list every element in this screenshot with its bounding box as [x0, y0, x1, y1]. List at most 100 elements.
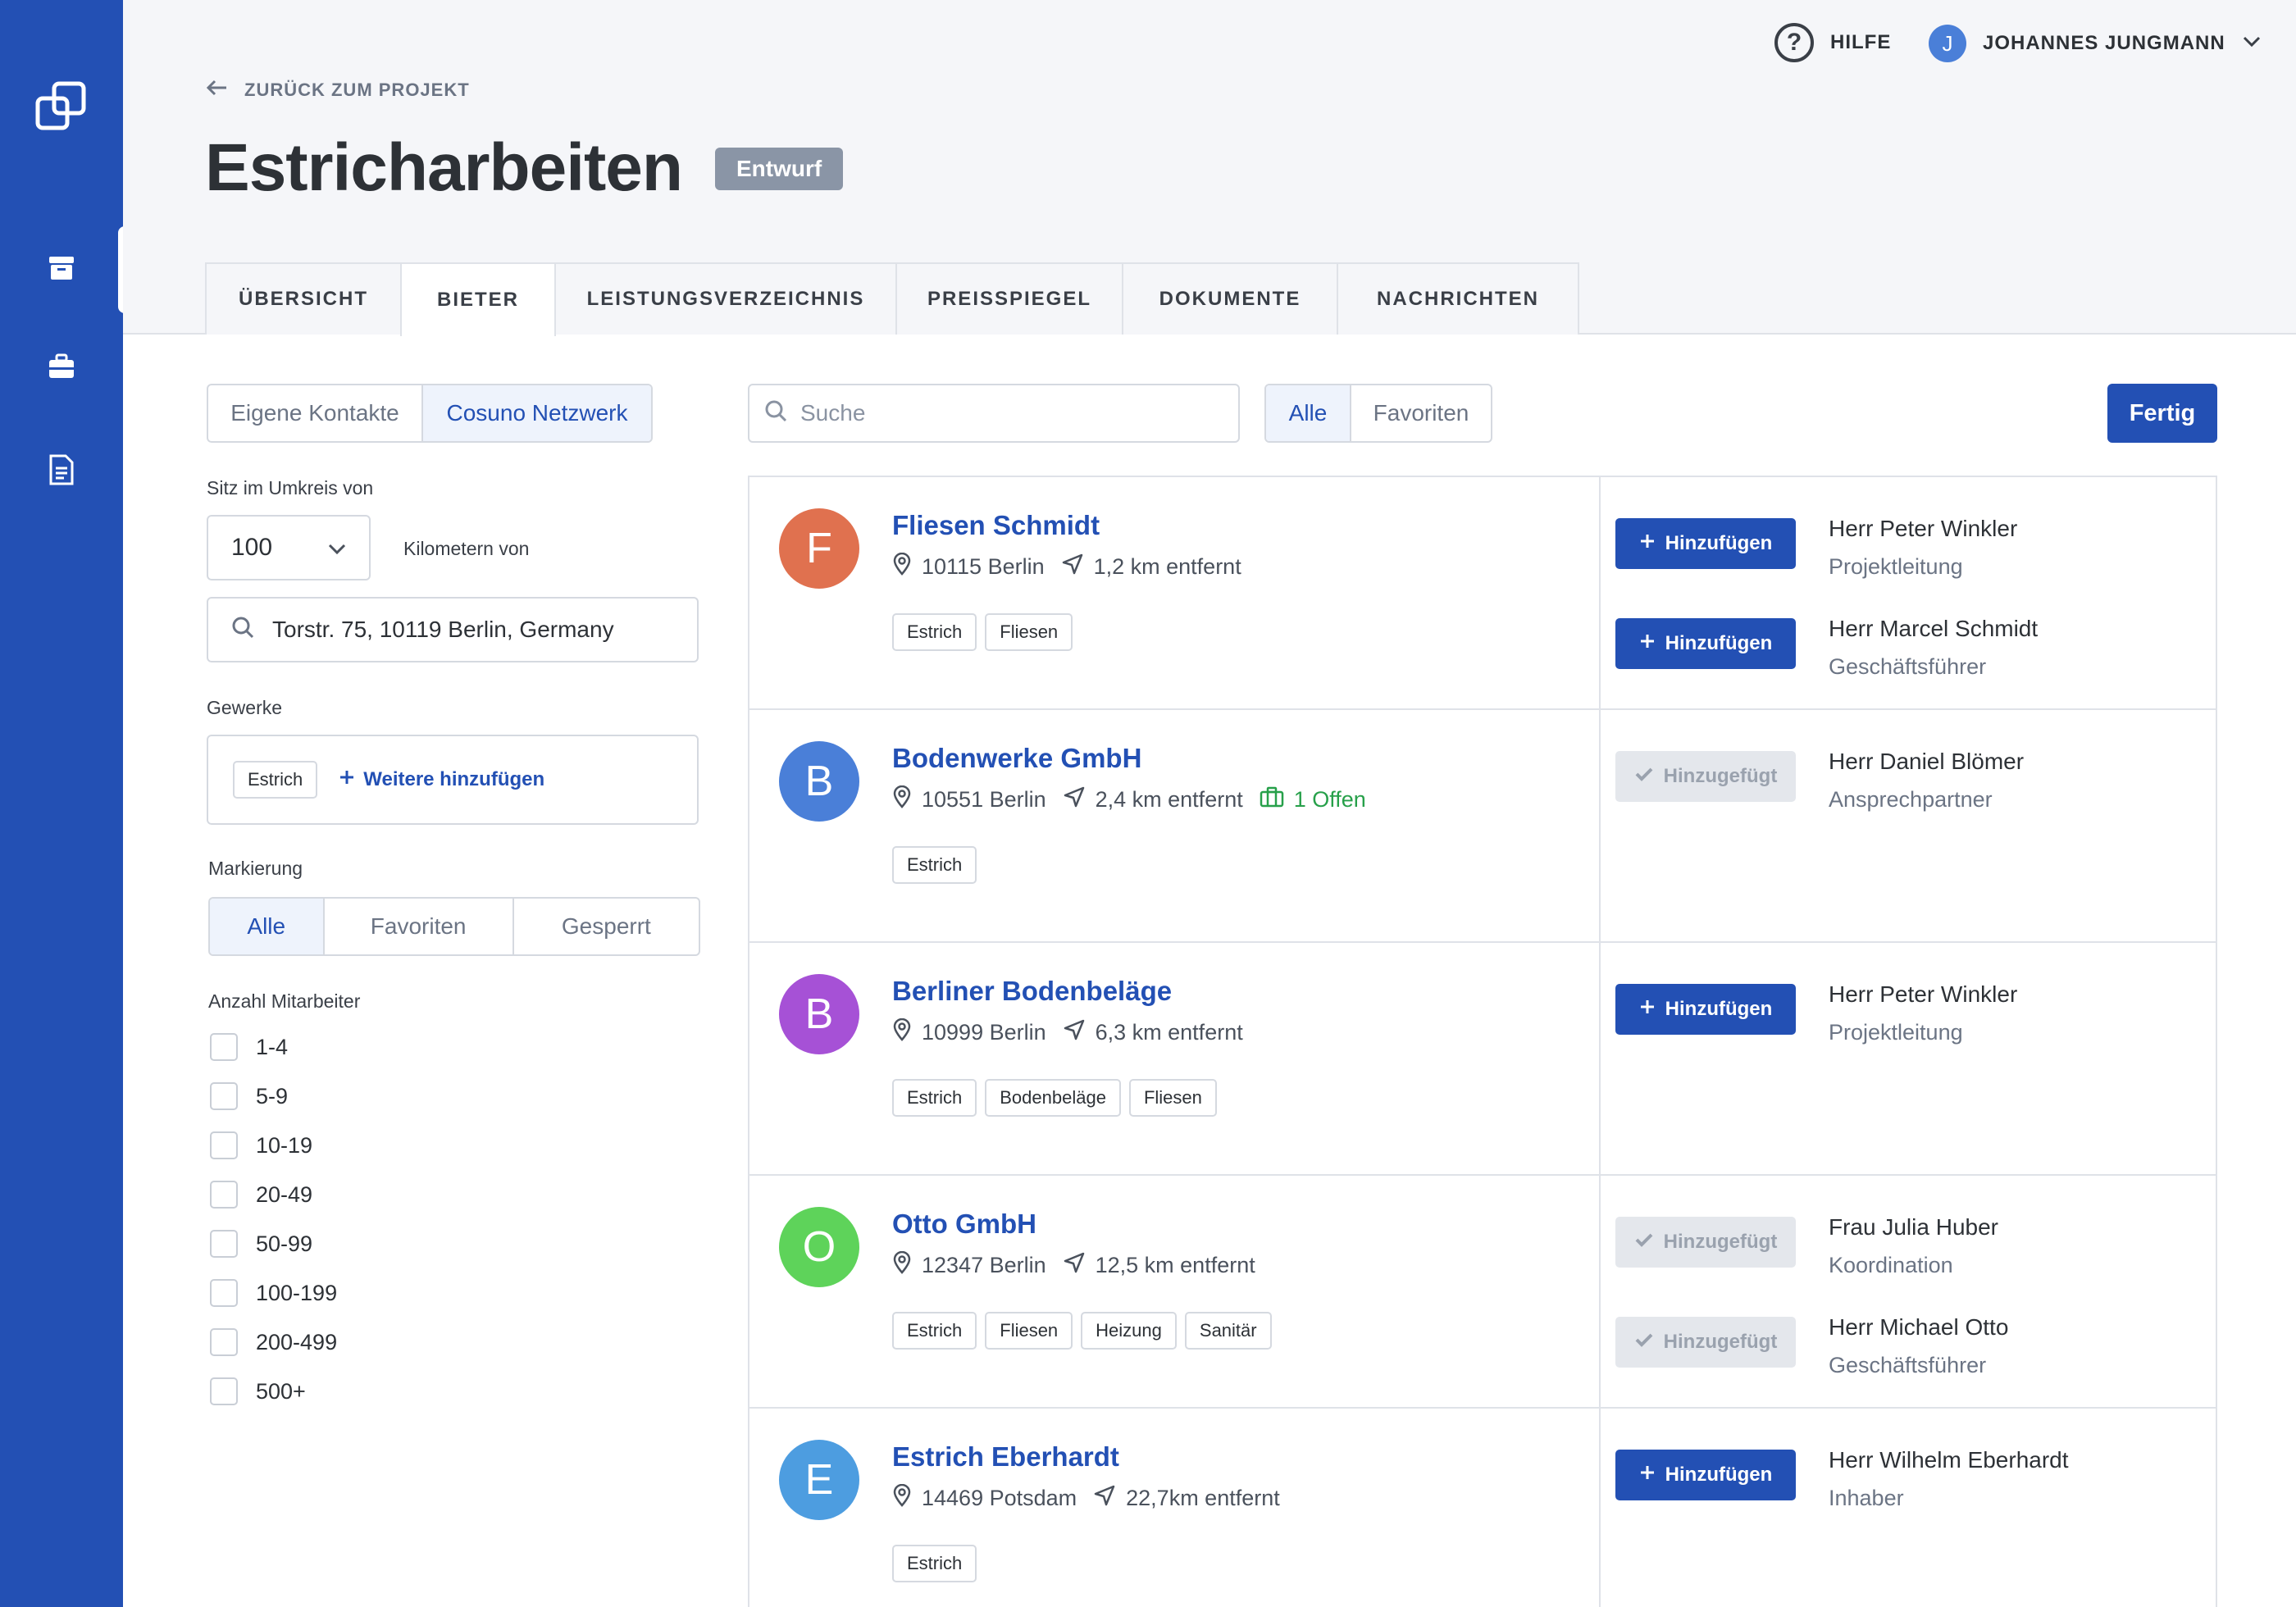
plus-icon: [1639, 1464, 1656, 1486]
employee-range-checkbox[interactable]: 50-99: [210, 1230, 312, 1258]
company-city: 14469 Potsdam: [922, 1486, 1077, 1510]
help-circle-icon: ?: [1774, 23, 1814, 62]
employee-range-checkbox[interactable]: 5-9: [210, 1082, 288, 1110]
checkbox[interactable]: [210, 1377, 238, 1405]
add-button[interactable]: Hinzufügen: [1615, 518, 1796, 569]
user-name: JOHANNES JUNGMANN: [1983, 32, 2225, 54]
tab-specification[interactable]: LEISTUNGSVERZEICHNIS: [554, 262, 897, 335]
tab-price-comparison[interactable]: PREISSPIEGEL: [895, 262, 1123, 335]
checkbox[interactable]: [210, 1033, 238, 1061]
plus-icon: [1639, 998, 1656, 1021]
button-label: Hinzugefügt: [1663, 1231, 1778, 1253]
sidebar-item-companies[interactable]: [0, 325, 123, 412]
navigation-arrow-icon: [1063, 1018, 1086, 1047]
checkbox[interactable]: [210, 1131, 238, 1159]
help-link[interactable]: ? HILFE: [1774, 23, 1891, 62]
address-input[interactable]: Torstr. 75, 10119 Berlin, Germany: [207, 597, 699, 662]
checkbox-label: 50-99: [256, 1231, 313, 1256]
company-name-link[interactable]: Otto GmbH: [892, 1209, 1036, 1240]
back-to-project-link[interactable]: ZURÜCK ZUM PROJEKT: [205, 79, 470, 102]
checkbox[interactable]: [210, 1230, 238, 1258]
done-button[interactable]: Fertig: [2107, 384, 2217, 443]
company-logo: B: [779, 741, 859, 822]
button-label: Hinzugefügt: [1663, 1331, 1778, 1353]
tab-documents[interactable]: DOKUMENTE: [1122, 262, 1338, 335]
company-name-link[interactable]: Estrich Eberhardt: [892, 1441, 1119, 1473]
employee-range-checkbox[interactable]: 100-199: [210, 1279, 337, 1307]
cosuno-network-option[interactable]: Cosuno Netzwerk: [423, 385, 651, 441]
company-name-link[interactable]: Bodenwerke GmbH: [892, 743, 1141, 774]
trade-tag: Fliesen: [985, 613, 1073, 651]
added-button[interactable]: Hinzugefügt: [1615, 1317, 1796, 1368]
company-trade-tags: Estrich Bodenbeläge Fliesen: [892, 1079, 1217, 1117]
contact-name: Herr Wilhelm Eberhardt: [1829, 1447, 2069, 1473]
company-location: 10115 Berlin: [892, 552, 1045, 581]
contact-name: Herr Daniel Blömer: [1829, 749, 2025, 774]
checkbox[interactable]: [210, 1279, 238, 1307]
view-favorites-option[interactable]: Favoriten: [1351, 385, 1491, 441]
contact-source-toggle: Eigene Kontakte Cosuno Netzwerk: [207, 384, 653, 443]
employee-range-checkbox[interactable]: 500+: [210, 1377, 306, 1405]
company-name-link[interactable]: Fliesen Schmidt: [892, 510, 1100, 541]
contact-entry: Hinzufügen Herr Wilhelm Eberhardt Inhaber: [1615, 1446, 2069, 1512]
trade-tag: Bodenbeläge: [985, 1079, 1121, 1117]
avatar: J: [1929, 25, 1966, 62]
checkbox[interactable]: [210, 1181, 238, 1209]
employee-range-checkbox[interactable]: 20-49: [210, 1181, 312, 1209]
plus-icon: [1639, 632, 1656, 655]
marking-favorites-option[interactable]: Favoriten: [325, 899, 514, 954]
company-list: F Fliesen Schmidt 10115 Berlin 1,2 km entfe…: [748, 476, 2217, 1607]
add-button[interactable]: Hinzufügen: [1615, 618, 1796, 669]
distance-value: 12,5 km entfernt: [1095, 1253, 1255, 1277]
contact-name: Frau Julia Huber: [1829, 1214, 1998, 1240]
checkbox[interactable]: [210, 1328, 238, 1356]
marking-all-option[interactable]: Alle: [210, 899, 325, 954]
contact-name: Herr Marcel Schmidt: [1829, 616, 2039, 641]
added-button[interactable]: Hinzugefügt: [1615, 751, 1796, 802]
distance-value: 1,2 km entfernt: [1093, 554, 1241, 579]
checkbox[interactable]: [210, 1082, 238, 1110]
own-contacts-option[interactable]: Eigene Kontakte: [208, 385, 423, 441]
location-pin-icon: [892, 1250, 912, 1280]
tab-messages[interactable]: NACHRICHTEN: [1337, 262, 1579, 335]
marking-blocked-option[interactable]: Gesperrt: [514, 899, 699, 954]
radius-select[interactable]: 100: [207, 515, 371, 580]
location-pin-icon: [892, 1483, 912, 1513]
search-input[interactable]: Suche: [748, 384, 1240, 443]
trade-tag[interactable]: Estrich: [233, 761, 318, 799]
trades-field: Estrich Weitere hinzufügen: [207, 735, 699, 825]
user-menu[interactable]: J JOHANNES JUNGMANN: [1929, 25, 2262, 62]
contact-entry: Hinzufügen Herr Peter Winkler Projektleitu…: [1615, 981, 2017, 1046]
search-placeholder: Suche: [800, 400, 866, 426]
navigation-arrow-icon: [1061, 553, 1084, 581]
view-filter-toggle: Alle Favoriten: [1264, 384, 1492, 443]
navigation-arrow-icon: [1063, 1251, 1086, 1280]
employee-range-checkbox[interactable]: 1-4: [210, 1033, 288, 1061]
tab-bar: ÜBERSICHT BIETER LEISTUNGSVERZEICHNIS PR…: [205, 262, 1579, 336]
row-divider: [1599, 1409, 1601, 1607]
add-button[interactable]: Hinzufügen: [1615, 984, 1796, 1035]
contact-info: Herr Peter Winkler Projektleitung: [1829, 515, 2017, 580]
tab-bidders[interactable]: BIETER: [400, 262, 556, 336]
tab-overview[interactable]: ÜBERSICHT: [205, 262, 402, 335]
company-row: B Bodenwerke GmbH 10551 Berlin 2,4 km entfe…: [749, 710, 2216, 943]
company-meta: 10551 Berlin 2,4 km entfernt 1 Offen: [892, 785, 1366, 814]
location-pin-icon: [892, 552, 912, 581]
company-name-link[interactable]: Berliner Bodenbeläge: [892, 976, 1172, 1007]
row-divider: [1599, 710, 1601, 941]
employee-range-checkbox[interactable]: 200-499: [210, 1328, 337, 1356]
view-all-option[interactable]: Alle: [1266, 385, 1351, 441]
app-logo-icon[interactable]: [34, 80, 89, 134]
sidebar-item-documents[interactable]: [0, 428, 123, 515]
sidebar-item-projects[interactable]: [0, 226, 130, 313]
checkbox-label: 10-19: [256, 1132, 313, 1158]
add-button[interactable]: Hinzufügen: [1615, 1450, 1796, 1500]
company-distance: 1,2 km entfernt: [1061, 553, 1241, 581]
briefcase-icon: [47, 352, 76, 385]
employee-range-checkbox[interactable]: 10-19: [210, 1131, 312, 1159]
add-more-trades-link[interactable]: Weitere hinzufügen: [339, 768, 544, 791]
row-divider: [1599, 477, 1601, 708]
check-icon: [1634, 1331, 1654, 1354]
radius-unit-label: Kilometern von: [403, 538, 530, 559]
added-button[interactable]: Hinzugefügt: [1615, 1217, 1796, 1268]
